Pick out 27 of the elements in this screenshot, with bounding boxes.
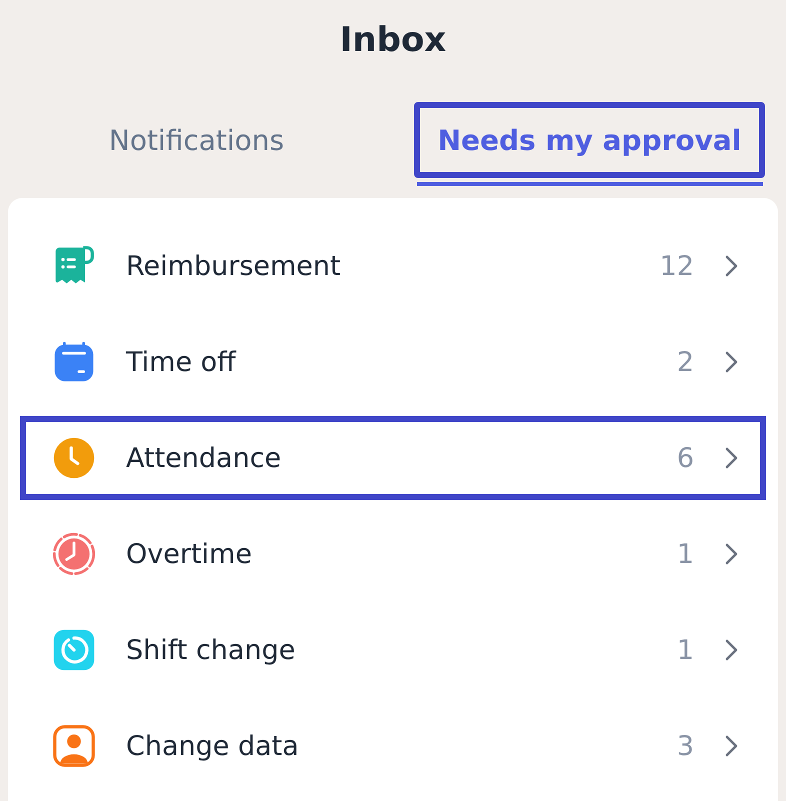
item-count: 1 — [676, 538, 694, 570]
chevron-right-icon — [724, 734, 740, 758]
item-label: Overtime — [126, 538, 253, 570]
item-label: Time off — [126, 346, 238, 378]
list-item[interactable]: Reimbursement 12 — [20, 224, 766, 308]
item-label: Reimbursement — [126, 250, 342, 282]
chevron-right-icon — [724, 350, 740, 374]
item-count: 3 — [676, 730, 694, 762]
page-title: Inbox — [338, 19, 448, 62]
item-label: Shift change — [126, 634, 296, 666]
tab[interactable]: Needs my approval — [414, 102, 766, 178]
chevron-right-icon — [724, 254, 740, 278]
list-item[interactable]: Time off 2 — [20, 320, 766, 404]
tab[interactable]: Notifications — [84, 102, 308, 178]
item-count: 2 — [676, 346, 694, 378]
list-item[interactable]: Shift change 1 — [20, 608, 766, 692]
chevron-right-icon — [724, 446, 740, 470]
list-item[interactable]: Change data 3 — [20, 704, 766, 788]
chevron-right-icon — [724, 542, 740, 566]
item-label: Change data — [126, 730, 300, 762]
list-item[interactable]: Overtime 1 — [20, 512, 766, 596]
list-item[interactable]: Attendance 6 — [20, 416, 766, 500]
item-count: 1 — [676, 634, 694, 666]
item-count: 6 — [676, 442, 694, 474]
chevron-right-icon — [724, 638, 740, 662]
item-label: Attendance — [126, 442, 282, 474]
item-count: 12 — [660, 250, 694, 282]
